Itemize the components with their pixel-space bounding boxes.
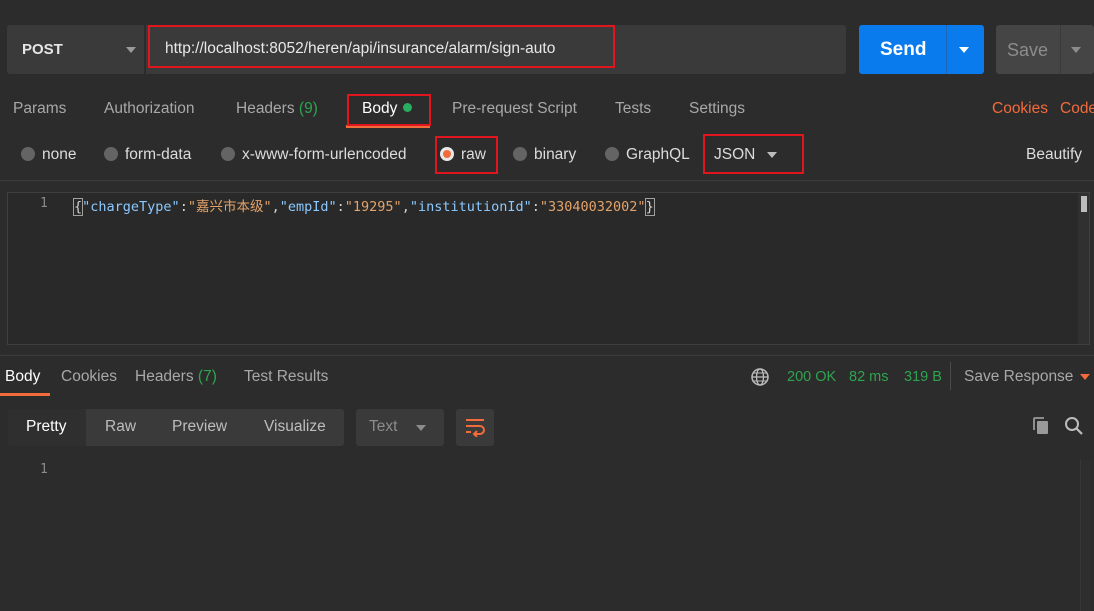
response-format-label: Text	[369, 418, 398, 435]
tab-response-headers-count: (7)	[197, 368, 217, 385]
tab-response-headers[interactable]: Headers (7)	[135, 368, 217, 386]
json-key: "chargeType"	[82, 199, 180, 215]
view-visualize-button[interactable]: Visualize	[264, 418, 326, 436]
label-urlencoded[interactable]: x-www-form-urlencoded	[242, 146, 407, 164]
tab-response-cookies[interactable]: Cookies	[61, 368, 117, 386]
status-code[interactable]: 200 OK	[787, 369, 836, 385]
save-button-label: Save	[1007, 40, 1049, 60]
label-binary[interactable]: binary	[534, 146, 576, 164]
tab-authorization[interactable]: Authorization	[104, 100, 194, 118]
json-comma: ,	[401, 199, 410, 215]
json-string: "33040032002"	[539, 199, 646, 215]
search-icon[interactable]	[1064, 416, 1084, 436]
save-options-chevron-down-icon[interactable]	[1071, 47, 1081, 53]
label-graphql[interactable]: GraphQL	[626, 146, 690, 164]
tab-settings[interactable]: Settings	[689, 100, 745, 118]
json-brace: {	[72, 198, 84, 216]
save-divider	[1060, 25, 1061, 74]
label-none[interactable]: none	[42, 146, 76, 164]
save-response-chevron-down-icon[interactable]	[1080, 374, 1090, 380]
globe-icon[interactable]	[750, 367, 770, 387]
radio-urlencoded[interactable]	[221, 147, 235, 161]
tab-headers[interactable]: Headers (9)	[236, 100, 318, 118]
tab-headers-count: (9)	[298, 100, 318, 117]
send-options-chevron-down-icon[interactable]	[959, 47, 969, 53]
code-link[interactable]: Code	[1060, 100, 1094, 118]
response-body-viewer[interactable]	[60, 456, 1078, 611]
beautify-link[interactable]: Beautify	[1026, 146, 1082, 164]
json-comma: ,	[271, 199, 280, 215]
radio-binary[interactable]	[513, 147, 527, 161]
tab-response-body-underline	[0, 393, 50, 396]
editor-code-line[interactable]: {"chargeType":"嘉兴市本级","empId":"19295","i…	[72, 195, 655, 216]
json-string: "19295"	[344, 199, 402, 215]
response-line-number: 1	[40, 462, 48, 477]
radio-graphql[interactable]	[605, 147, 619, 161]
method-label: POST	[22, 41, 63, 58]
tab-response-headers-label: Headers	[135, 368, 194, 385]
body-tab-highlight-box	[347, 94, 431, 126]
tab-test-results[interactable]: Test Results	[244, 368, 328, 386]
label-form-data[interactable]: form-data	[125, 146, 191, 164]
json-colon: :	[531, 199, 540, 215]
response-size[interactable]: 319 B	[904, 369, 942, 385]
radio-form-data[interactable]	[104, 147, 118, 161]
divider	[0, 355, 1094, 356]
send-divider	[946, 25, 947, 74]
format-highlight-box	[703, 134, 804, 174]
tab-tests[interactable]: Tests	[615, 100, 651, 118]
response-scrollbar[interactable]	[1080, 460, 1091, 611]
json-key: "institutionId"	[409, 199, 532, 215]
cookies-link[interactable]: Cookies	[992, 100, 1048, 118]
json-colon: :	[336, 199, 345, 215]
tab-response-body[interactable]: Body	[5, 368, 40, 386]
tab-prerequest-script[interactable]: Pre-request Script	[452, 100, 577, 118]
response-time[interactable]: 82 ms	[849, 369, 889, 385]
response-format-chevron-down-icon[interactable]	[416, 425, 426, 431]
editor-scrollbar-thumb[interactable]	[1081, 196, 1087, 212]
send-button-label: Send	[880, 39, 927, 60]
json-colon: :	[179, 199, 188, 215]
divider	[0, 180, 1094, 181]
status-divider	[950, 362, 951, 390]
tab-headers-label: Headers	[236, 100, 295, 117]
editor-line-number: 1	[40, 196, 48, 211]
json-key: "empId"	[279, 199, 337, 215]
view-raw-button[interactable]: Raw	[105, 418, 136, 436]
editor-scrollbar[interactable]	[1078, 193, 1089, 344]
radio-none[interactable]	[21, 147, 35, 161]
json-brace: }	[644, 198, 655, 216]
method-chevron-down-icon[interactable]	[126, 47, 136, 53]
save-response-button[interactable]: Save Response	[964, 368, 1073, 386]
tab-params[interactable]: Params	[13, 100, 66, 118]
view-preview-button[interactable]: Preview	[172, 418, 227, 436]
copy-icon[interactable]	[1031, 416, 1051, 436]
wrap-lines-icon	[466, 419, 485, 437]
view-pretty-button[interactable]: Pretty	[26, 418, 66, 436]
url-highlight-box	[148, 25, 615, 68]
raw-highlight-box	[435, 136, 498, 174]
json-string: "嘉兴市本级"	[187, 199, 272, 215]
